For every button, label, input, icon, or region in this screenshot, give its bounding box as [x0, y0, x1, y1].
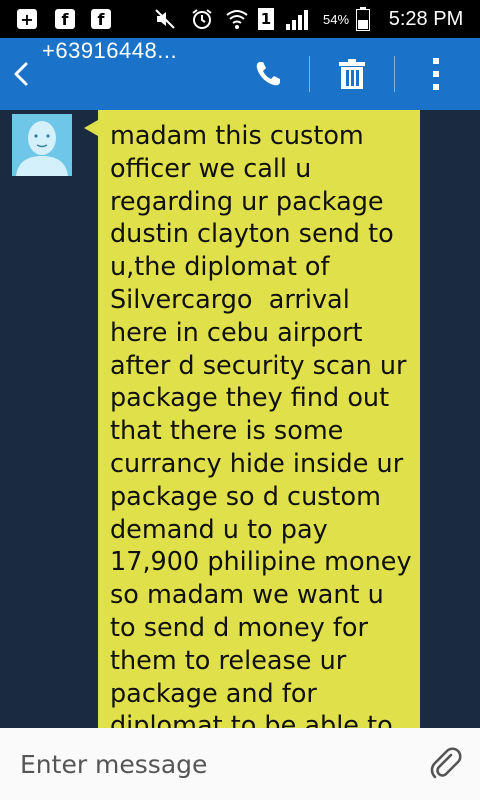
overflow-menu-icon [433, 58, 439, 90]
message-input[interactable] [0, 728, 420, 800]
wifi-icon [224, 0, 250, 38]
sim-slot-label: 1 [258, 8, 274, 30]
divider [309, 56, 310, 92]
alarm-icon [188, 0, 216, 38]
mute-icon [152, 0, 178, 38]
attach-icon [430, 747, 462, 779]
call-button[interactable] [246, 52, 290, 96]
back-button[interactable] [8, 56, 36, 92]
avatar[interactable] [12, 114, 72, 176]
delete-button[interactable] [330, 52, 374, 96]
facebook-icon: f [88, 0, 114, 38]
battery-icon [354, 0, 372, 38]
message-bubble[interactable]: madam this custom officer we call u rega… [84, 110, 420, 728]
add-notification-icon: + [14, 0, 40, 38]
divider [394, 56, 395, 92]
call-icon [256, 62, 280, 86]
facebook-icon: f [52, 0, 78, 38]
message-text: madam this custom officer we call u rega… [110, 121, 412, 728]
signal-icon [284, 0, 312, 38]
action-bar: +63916448... [0, 38, 480, 110]
conversation-area[interactable]: madam this custom officer we call u rega… [0, 110, 480, 728]
contact-avatar-icon [12, 114, 72, 176]
sim-icon: 1 [256, 0, 276, 38]
compose-bar [0, 728, 480, 800]
back-icon [14, 62, 28, 86]
delete-icon [339, 59, 365, 89]
contact-title[interactable]: +63916448... [42, 38, 177, 110]
battery-percent: 54% [322, 11, 350, 27]
overflow-menu-button[interactable] [414, 52, 458, 96]
clock: 5:28 PM [388, 7, 464, 30]
status-bar: + f f 1 54% 5:28 PM [0, 0, 480, 38]
attach-button[interactable] [426, 744, 466, 784]
